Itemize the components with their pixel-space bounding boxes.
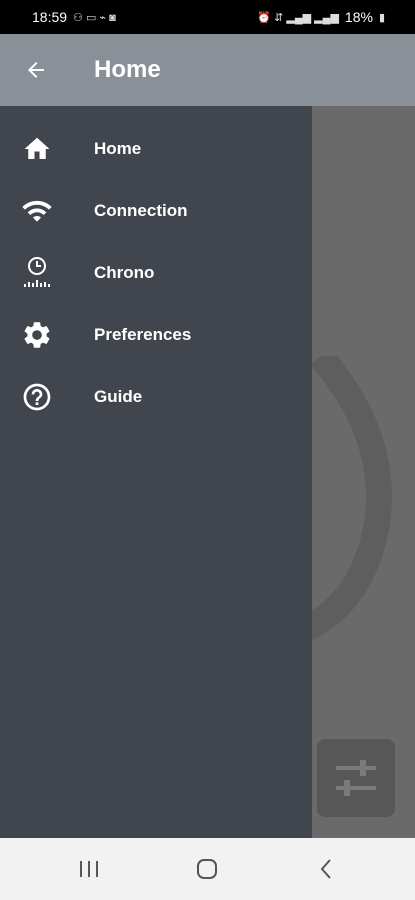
drawer-item-label: Chrono xyxy=(94,263,155,282)
system-nav-bar xyxy=(0,838,415,900)
help-icon xyxy=(0,381,74,413)
drawer-item-label: Home xyxy=(94,139,142,158)
status-time: 18:59 xyxy=(32,9,68,25)
drawer-item-home[interactable]: Home xyxy=(0,118,312,180)
settings-sliders-button[interactable] xyxy=(317,739,395,817)
home-icon xyxy=(0,134,74,164)
drawer-item-connection[interactable]: Connection xyxy=(0,180,312,242)
battery-text: 18% xyxy=(344,9,373,25)
recent-apps-icon xyxy=(80,861,99,877)
drawer-item-label: Guide xyxy=(94,387,143,406)
drawer-item-guide[interactable]: Guide xyxy=(0,366,312,428)
back-nav-icon xyxy=(320,859,331,879)
app-bar: Home xyxy=(0,34,415,106)
recent-apps-button[interactable] xyxy=(59,844,119,894)
home-nav-button[interactable] xyxy=(177,844,237,894)
drawer-item-preferences[interactable]: Preferences xyxy=(0,304,312,366)
back-button[interactable] xyxy=(0,34,72,106)
home-nav-icon xyxy=(197,859,218,879)
wifi-icon xyxy=(0,195,74,227)
notification-icons: ⚇ ▭ ⌁ ◙ xyxy=(73,11,116,24)
chrono-icon xyxy=(0,256,74,290)
status-left: 18:59 ⚇ ▭ ⌁ ◙ xyxy=(32,9,116,25)
gear-icon xyxy=(0,319,74,351)
sliders-icon xyxy=(336,760,376,796)
drawer-item-chrono[interactable]: Chrono xyxy=(0,242,312,304)
signal-icons: ⏰ ⇵ ▂▄▆ ▂▄▆ xyxy=(257,11,339,24)
status-right: ⏰ ⇵ ▂▄▆ ▂▄▆ 18% ▮ xyxy=(257,9,385,25)
back-nav-button[interactable] xyxy=(296,844,356,894)
battery-icon: ▮ xyxy=(378,11,385,24)
page-title: Home xyxy=(94,56,161,83)
back-arrow-icon xyxy=(28,62,44,78)
drawer-item-label: Preferences xyxy=(94,325,192,344)
status-bar: 18:59 ⚇ ▭ ⌁ ◙ ⏰ ⇵ ▂▄▆ ▂▄▆ 18% ▮ xyxy=(0,0,415,34)
drawer-item-label: Connection xyxy=(94,201,188,220)
navigation-drawer: Home Connection Chrono Preferences Guide xyxy=(0,106,312,838)
